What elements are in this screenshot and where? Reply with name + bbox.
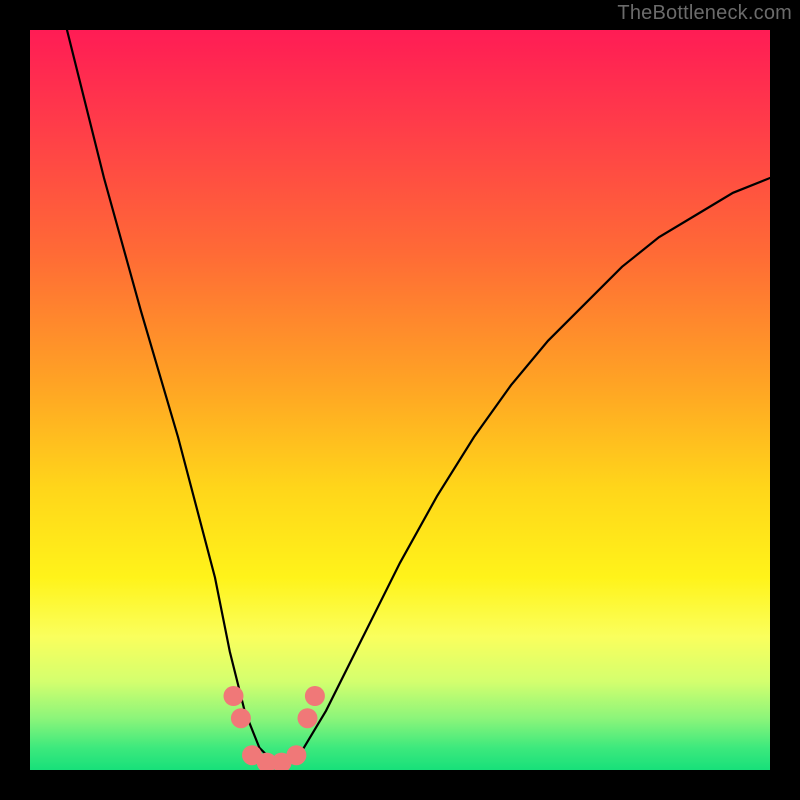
highlight-dot bbox=[305, 686, 325, 706]
highlight-dot bbox=[298, 708, 318, 728]
highlight-dot bbox=[231, 708, 251, 728]
highlight-dot bbox=[224, 686, 244, 706]
highlight-dots bbox=[224, 686, 325, 770]
highlight-dot bbox=[286, 745, 306, 765]
watermark-label: TheBottleneck.com bbox=[617, 2, 792, 25]
main-curve bbox=[67, 30, 770, 763]
chart-frame: TheBottleneck.com bbox=[0, 0, 800, 800]
plot-area bbox=[30, 30, 770, 770]
curve-layer bbox=[30, 30, 770, 770]
